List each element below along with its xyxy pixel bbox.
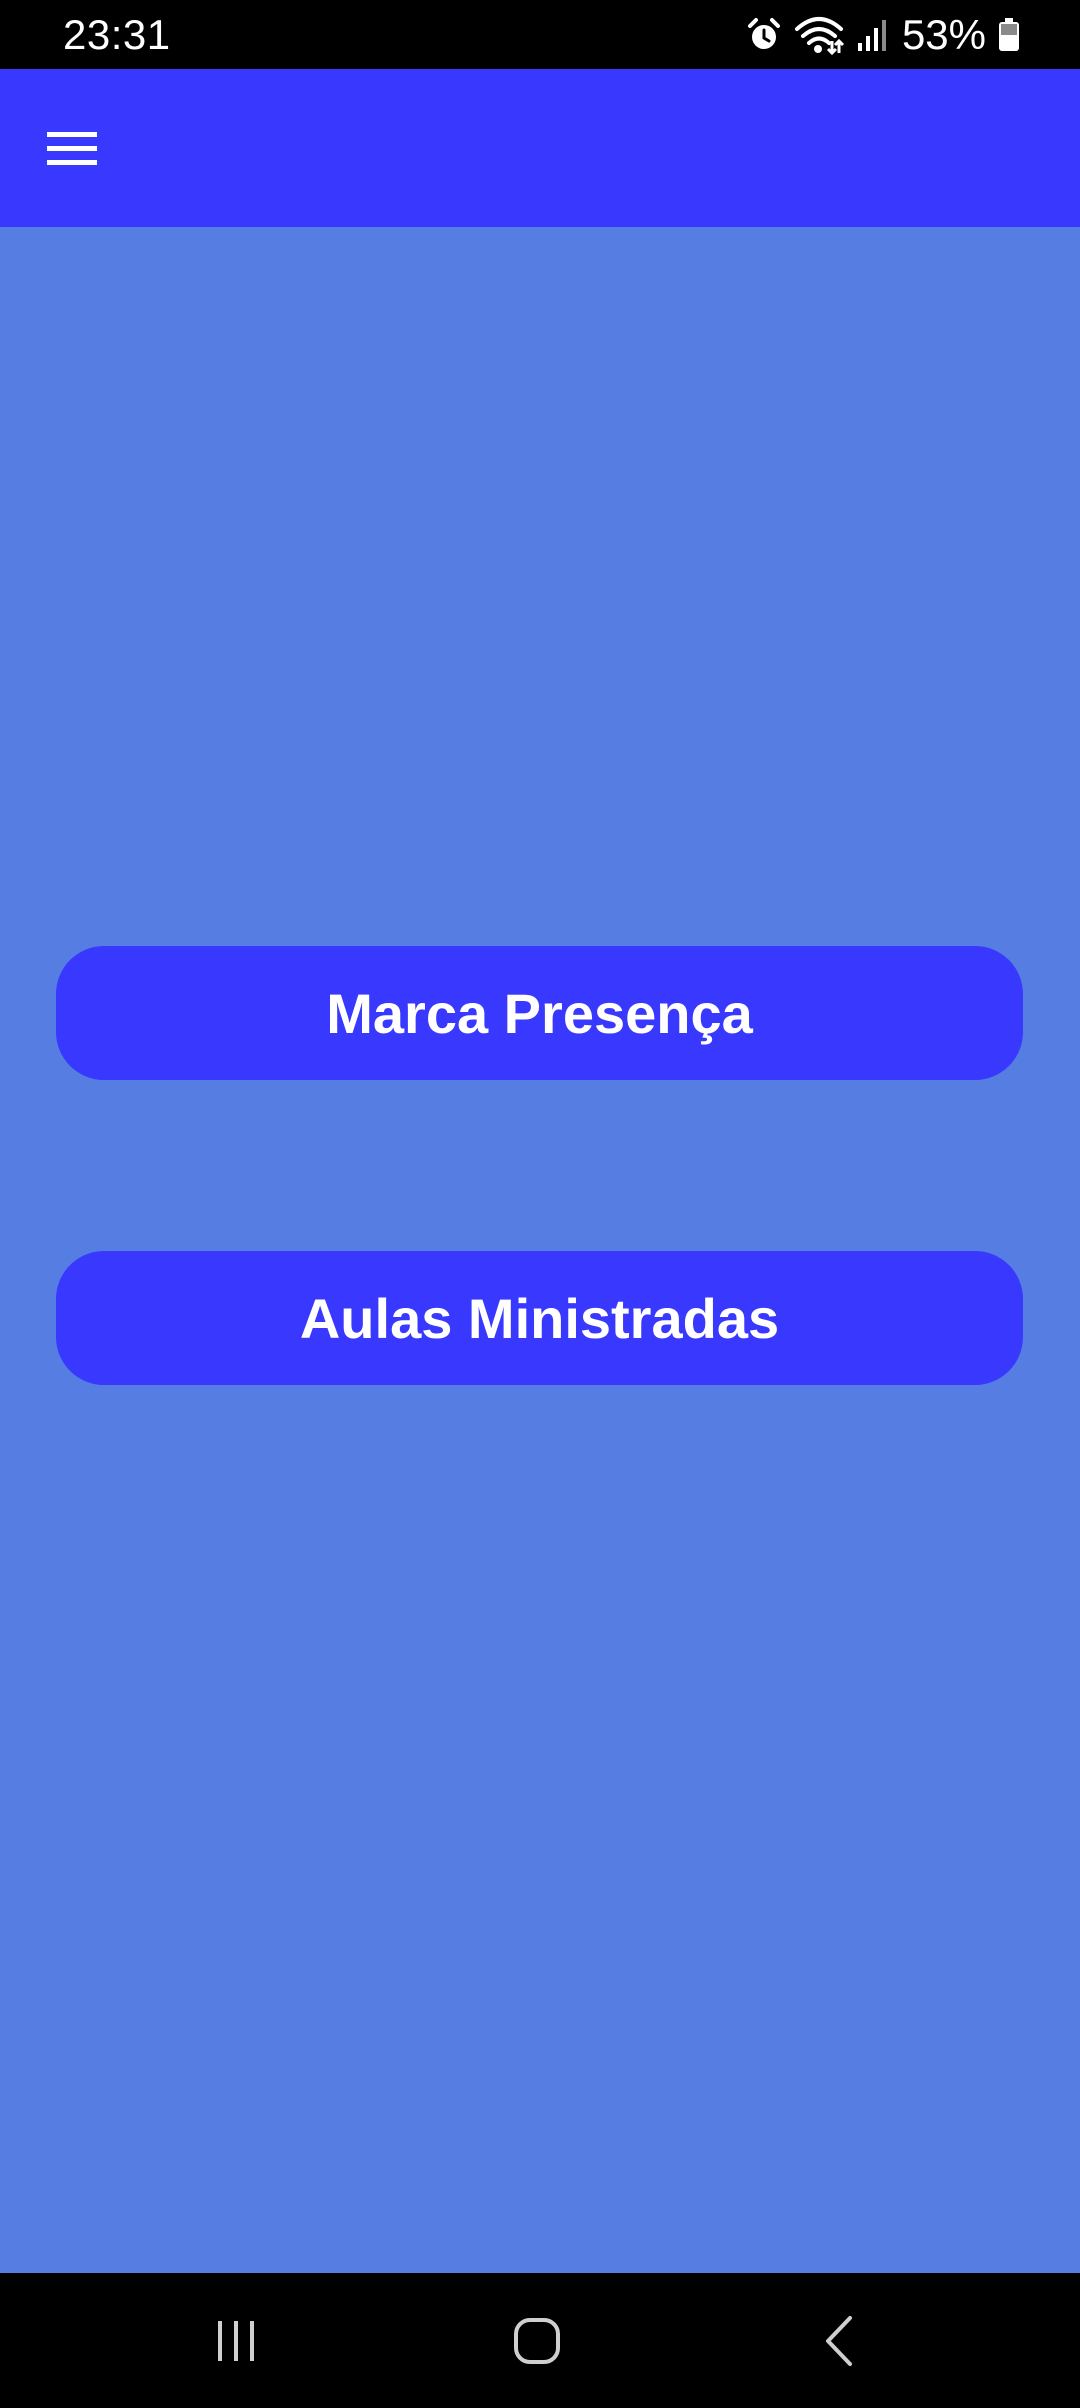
- aulas-ministradas-label: Aulas Ministradas: [299, 1286, 780, 1350]
- system-navigation-bar: [0, 2273, 1080, 2408]
- hamburger-menu-icon: [47, 132, 97, 165]
- signal-icon: [856, 17, 890, 53]
- app-bar: [0, 69, 1080, 227]
- hamburger-menu-button[interactable]: [36, 119, 108, 179]
- app-screen: 23:31 53% Marca Presença Aulas Ministrad…: [0, 0, 1080, 2408]
- battery-percent: 53%: [901, 11, 986, 58]
- home-button[interactable]: [477, 2297, 597, 2385]
- recents-button[interactable]: [176, 2297, 296, 2385]
- status-icons: 53%: [746, 8, 1020, 62]
- recents-icon: [218, 2321, 254, 2361]
- alarm-icon: [746, 17, 782, 53]
- back-button[interactable]: [780, 2297, 900, 2385]
- status-bar: 23:31 53%: [0, 0, 1080, 69]
- wifi-icon: [794, 15, 844, 55]
- marca-presenca-label: Marca Presença: [326, 981, 753, 1045]
- battery-icon: [998, 18, 1020, 52]
- back-icon: [826, 2316, 852, 2366]
- marca-presenca-button[interactable]: Marca Presença: [56, 946, 1023, 1080]
- home-icon: [514, 2318, 560, 2364]
- aulas-ministradas-button[interactable]: Aulas Ministradas: [56, 1251, 1023, 1385]
- status-time: 23:31: [63, 11, 171, 58]
